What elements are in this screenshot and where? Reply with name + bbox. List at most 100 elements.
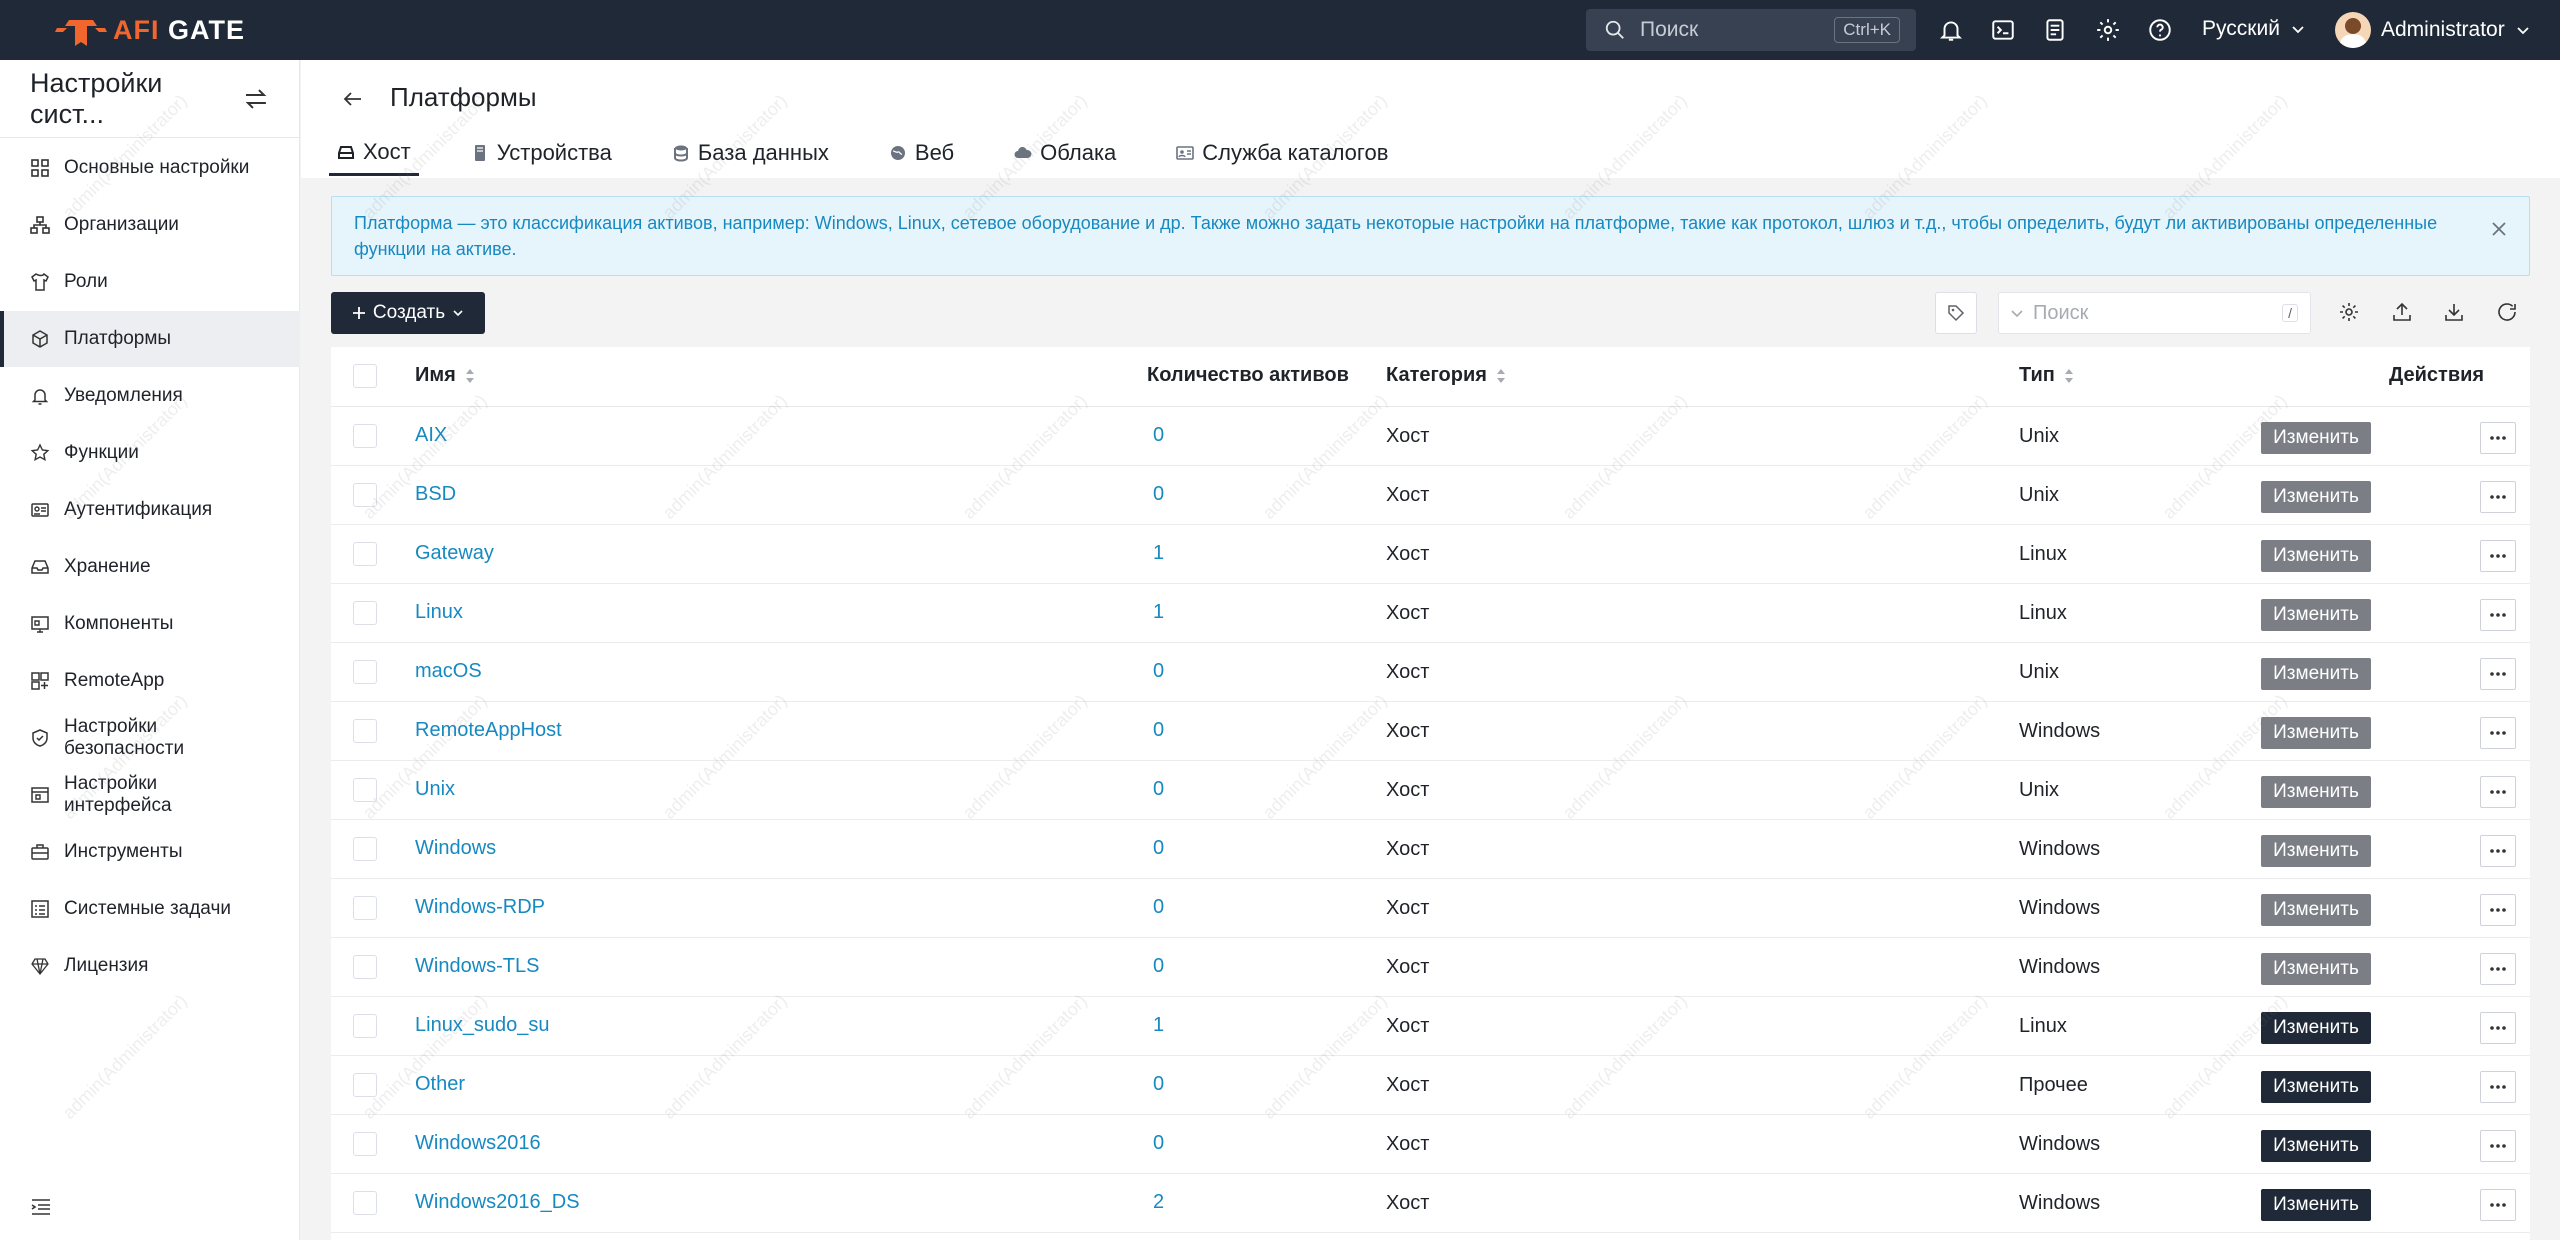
sidebar-item-tools[interactable]: Инструменты bbox=[0, 824, 300, 880]
row-checkbox[interactable] bbox=[353, 955, 377, 979]
tab-clouds[interactable]: Облака bbox=[1006, 130, 1124, 176]
edit-button[interactable]: Изменить bbox=[2261, 776, 2371, 808]
column-type[interactable]: Тип bbox=[2019, 364, 2075, 387]
edit-button[interactable]: Изменить bbox=[2261, 422, 2371, 454]
edit-button[interactable]: Изменить bbox=[2261, 481, 2371, 513]
row-checkbox[interactable] bbox=[353, 660, 377, 684]
table-search-input[interactable]: Поиск / bbox=[1998, 292, 2311, 334]
edit-button[interactable]: Изменить bbox=[2261, 1071, 2371, 1103]
platform-name-link[interactable]: BSD bbox=[415, 483, 456, 506]
more-actions-button[interactable] bbox=[2480, 1130, 2516, 1162]
row-checkbox[interactable] bbox=[353, 778, 377, 802]
bell-icon[interactable] bbox=[1938, 17, 1964, 43]
platform-name-link[interactable]: AIX bbox=[415, 424, 447, 447]
edit-button[interactable]: Изменить bbox=[2261, 1130, 2371, 1162]
tickets-icon[interactable] bbox=[2042, 17, 2068, 43]
platform-name-link[interactable]: Gateway bbox=[415, 542, 494, 565]
sidebar-item-remoteapp[interactable]: RemoteApp bbox=[0, 653, 300, 709]
more-actions-button[interactable] bbox=[2480, 835, 2516, 867]
platform-name-link[interactable]: Windows-RDP bbox=[415, 896, 545, 919]
asset-count-link[interactable]: 0 bbox=[1153, 660, 1164, 683]
edit-button[interactable]: Изменить bbox=[2261, 658, 2371, 690]
sidebar-item-system-tasks[interactable]: Системные задачи bbox=[0, 881, 300, 937]
help-icon[interactable] bbox=[2147, 17, 2173, 43]
more-actions-button[interactable] bbox=[2480, 953, 2516, 985]
row-checkbox[interactable] bbox=[353, 1073, 377, 1097]
sidebar-item-storage[interactable]: Хранение bbox=[0, 539, 300, 595]
row-checkbox[interactable] bbox=[353, 896, 377, 920]
tab-host[interactable]: Хост bbox=[329, 130, 419, 176]
platform-name-link[interactable]: Linux bbox=[415, 601, 463, 624]
global-search-input[interactable]: Поиск Ctrl+K bbox=[1586, 9, 1916, 51]
edit-button[interactable]: Изменить bbox=[2261, 1012, 2371, 1044]
gear-icon[interactable] bbox=[2095, 17, 2121, 43]
asset-count-link[interactable]: 0 bbox=[1153, 837, 1164, 860]
import-icon[interactable] bbox=[2442, 300, 2466, 324]
sidebar-item-basic-settings[interactable]: Основные настройки bbox=[0, 140, 300, 196]
more-actions-button[interactable] bbox=[2480, 422, 2516, 454]
platform-name-link[interactable]: macOS bbox=[415, 660, 482, 683]
row-checkbox[interactable] bbox=[353, 1132, 377, 1156]
asset-count-link[interactable]: 1 bbox=[1153, 542, 1164, 565]
export-icon[interactable] bbox=[2390, 300, 2414, 324]
language-selector[interactable]: Русский bbox=[2202, 17, 2306, 41]
tab-directory-service[interactable]: Служба каталогов bbox=[1168, 130, 1396, 176]
asset-count-link[interactable]: 0 bbox=[1153, 955, 1164, 978]
swap-icon[interactable] bbox=[243, 88, 269, 110]
more-actions-button[interactable] bbox=[2480, 894, 2516, 926]
platform-name-link[interactable]: Unix bbox=[415, 778, 455, 801]
select-all-checkbox[interactable] bbox=[353, 364, 377, 388]
asset-count-link[interactable]: 2 bbox=[1153, 1191, 1164, 1214]
edit-button[interactable]: Изменить bbox=[2261, 717, 2371, 749]
edit-button[interactable]: Изменить bbox=[2261, 953, 2371, 985]
sidebar-item-interface[interactable]: Настройки интерфейса bbox=[0, 767, 300, 823]
asset-count-link[interactable]: 0 bbox=[1153, 483, 1164, 506]
row-checkbox[interactable] bbox=[353, 483, 377, 507]
terminal-icon[interactable] bbox=[1990, 17, 2016, 43]
row-checkbox[interactable] bbox=[353, 601, 377, 625]
refresh-icon[interactable] bbox=[2495, 300, 2519, 324]
sidebar-item-components[interactable]: Компоненты bbox=[0, 596, 300, 652]
more-actions-button[interactable] bbox=[2480, 481, 2516, 513]
asset-count-link[interactable]: 0 bbox=[1153, 1132, 1164, 1155]
column-category[interactable]: Категория bbox=[1386, 364, 1507, 387]
tab-devices[interactable]: Устройства bbox=[463, 130, 620, 176]
edit-button[interactable]: Изменить bbox=[2261, 1189, 2371, 1221]
platform-name-link[interactable]: Windows-TLS bbox=[415, 955, 539, 978]
create-button[interactable]: Создать bbox=[331, 292, 485, 334]
row-checkbox[interactable] bbox=[353, 1014, 377, 1038]
asset-count-link[interactable]: 1 bbox=[1153, 601, 1164, 624]
asset-count-link[interactable]: 0 bbox=[1153, 424, 1164, 447]
back-arrow-icon[interactable] bbox=[341, 87, 365, 111]
platform-name-link[interactable]: Windows2016 bbox=[415, 1132, 541, 1155]
more-actions-button[interactable] bbox=[2480, 658, 2516, 690]
row-checkbox[interactable] bbox=[353, 424, 377, 448]
edit-button[interactable]: Изменить bbox=[2261, 835, 2371, 867]
more-actions-button[interactable] bbox=[2480, 1189, 2516, 1221]
tag-filter-button[interactable] bbox=[1935, 292, 1977, 334]
close-icon[interactable] bbox=[2489, 219, 2509, 239]
platform-name-link[interactable]: RemoteAppHost bbox=[415, 719, 562, 742]
more-actions-button[interactable] bbox=[2480, 717, 2516, 749]
asset-count-link[interactable]: 0 bbox=[1153, 896, 1164, 919]
asset-count-link[interactable]: 0 bbox=[1153, 1073, 1164, 1096]
asset-count-link[interactable]: 0 bbox=[1153, 778, 1164, 801]
sidebar-item-notifications[interactable]: Уведомления bbox=[0, 368, 300, 424]
more-actions-button[interactable] bbox=[2480, 1012, 2516, 1044]
row-checkbox[interactable] bbox=[353, 719, 377, 743]
edit-button[interactable]: Изменить bbox=[2261, 599, 2371, 631]
platform-name-link[interactable]: Windows2016_DS bbox=[415, 1191, 580, 1214]
logo[interactable]: AFI GATE bbox=[55, 0, 245, 60]
more-actions-button[interactable] bbox=[2480, 599, 2516, 631]
row-checkbox[interactable] bbox=[353, 1191, 377, 1215]
tab-database[interactable]: База данных bbox=[664, 130, 837, 176]
asset-count-link[interactable]: 1 bbox=[1153, 1014, 1164, 1037]
settings-icon[interactable] bbox=[2337, 300, 2361, 324]
more-actions-button[interactable] bbox=[2480, 1071, 2516, 1103]
row-checkbox[interactable] bbox=[353, 837, 377, 861]
platform-name-link[interactable]: Linux_sudo_su bbox=[415, 1014, 550, 1037]
asset-count-link[interactable]: 0 bbox=[1153, 719, 1164, 742]
column-name[interactable]: Имя bbox=[415, 364, 476, 387]
collapse-menu-icon[interactable] bbox=[30, 1196, 52, 1218]
sidebar-item-roles[interactable]: Роли bbox=[0, 254, 300, 310]
